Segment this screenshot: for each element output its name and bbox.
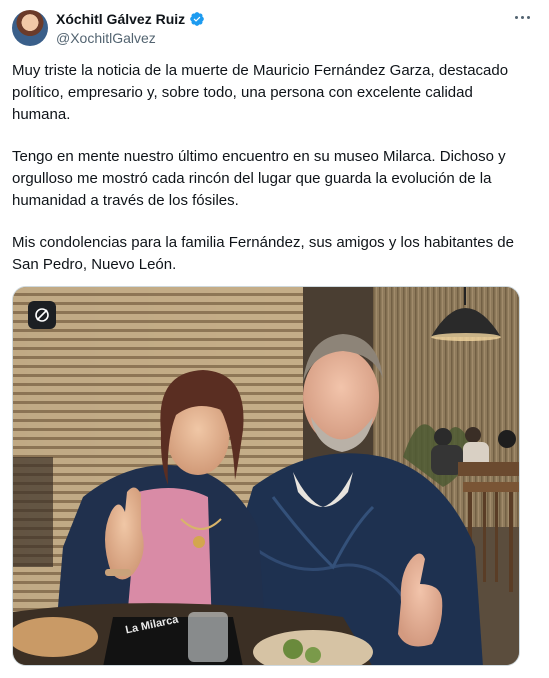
paragraph-3: Mis condolencias para la familia Fernánd… (12, 234, 514, 273)
tweet-header: Xóchitl Gálvez Ruiz @XochitlGalvez (56, 9, 509, 46)
tweet-photo[interactable]: La Milarca (12, 286, 520, 666)
tweet-card: Xóchitl Gálvez Ruiz @XochitlGalvez Muy t… (0, 0, 549, 678)
name-row: Xóchitl Gálvez Ruiz (56, 9, 509, 28)
more-options-icon[interactable] (511, 8, 533, 26)
paragraph-2: Tengo en mente nuestro último encuentro … (12, 148, 506, 209)
tweet-text: Muy triste la noticia de la muerte de Ma… (12, 60, 532, 296)
verified-badge-icon (190, 11, 204, 26)
photo-illustration (13, 287, 519, 665)
grok-icon[interactable] (28, 301, 56, 329)
user-handle[interactable]: @XochitlGalvez (56, 30, 509, 46)
display-name[interactable]: Xóchitl Gálvez Ruiz (56, 11, 185, 27)
paragraph-1: Muy triste la noticia de la muerte de Ma… (12, 62, 509, 123)
avatar[interactable] (12, 10, 48, 46)
